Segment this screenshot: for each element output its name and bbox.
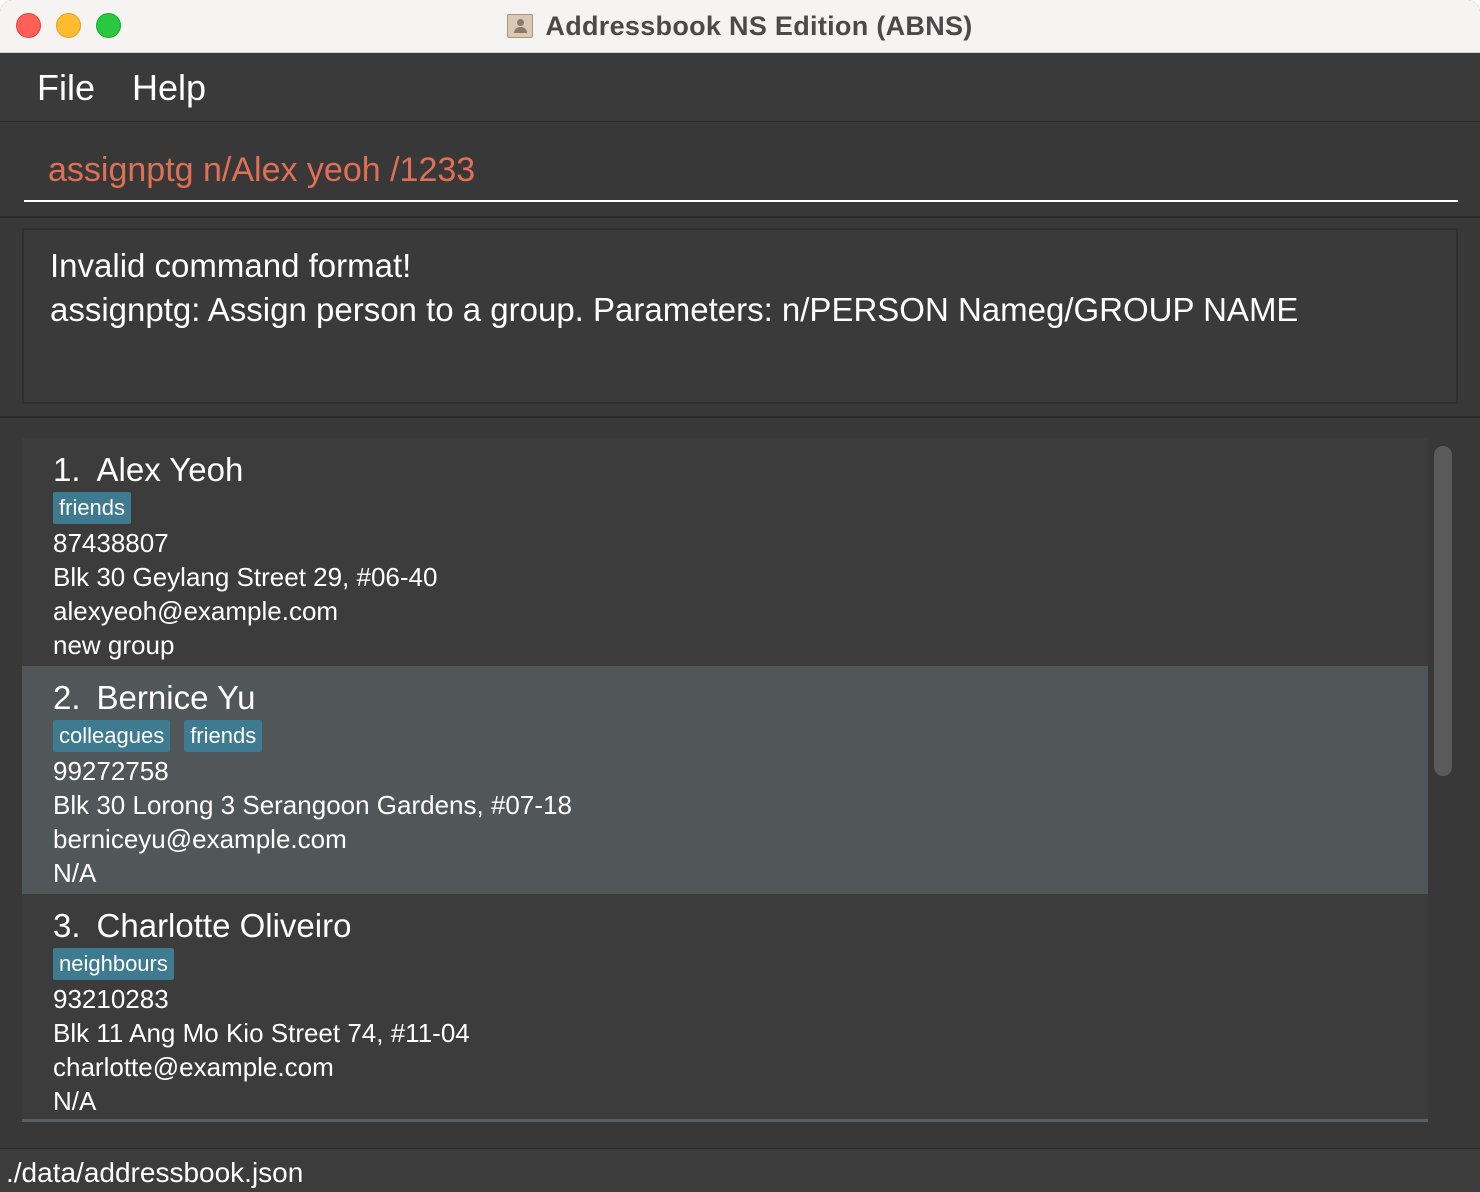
result-error-line: Invalid command format! xyxy=(50,247,412,284)
tag-badge: neighbours xyxy=(53,948,174,980)
person-address: Blk 11 Ang Mo Kio Street 74, #11-04 xyxy=(53,1018,470,1048)
person-index: 1. xyxy=(53,451,81,488)
person-name: Bernice Yu xyxy=(96,679,256,716)
person-email: berniceyu@example.com xyxy=(53,824,347,854)
menu-file[interactable]: File xyxy=(37,67,95,109)
menu-help[interactable]: Help xyxy=(132,67,206,109)
window-title: Addressbook NS Edition (ABNS) xyxy=(545,10,973,41)
person-card-selected[interactable]: 2. Bernice Yu colleagues friends 99272758… xyxy=(22,666,1428,894)
result-display-pane: Invalid command format! assignptg: Assig… xyxy=(0,218,1480,418)
window-title-group: Addressbook NS Edition (ABNS) xyxy=(0,0,1480,52)
status-bar: ./data/addressbook.json xyxy=(0,1148,1480,1192)
menu-bar: File Help xyxy=(0,53,1480,122)
person-group: N/A xyxy=(53,1086,97,1116)
person-tags: neighbours xyxy=(53,948,1397,982)
person-index: 3. xyxy=(53,907,81,944)
person-card[interactable]: 3. Charlotte Oliveiro neighbours 93210283… xyxy=(22,894,1428,1122)
person-group: N/A xyxy=(53,858,97,888)
result-display: Invalid command format! assignptg: Assig… xyxy=(22,228,1458,404)
tag-badge: friends xyxy=(53,492,132,524)
person-list[interactable]: 1. Alex Yeoh friends 87438807 Blk 30 Geyl… xyxy=(22,438,1428,1126)
list-scrollbar-thumb[interactable] xyxy=(1434,446,1452,776)
person-address: Blk 30 Lorong 3 Serangoon Gardens, #07-1… xyxy=(53,790,572,820)
person-name: Alex Yeoh xyxy=(96,451,244,488)
result-usage-line: assignptg: Assign person to a group. Par… xyxy=(50,291,1299,328)
person-email: charlotte@example.com xyxy=(53,1052,334,1082)
tag-badge: friends xyxy=(184,720,263,752)
person-tags: colleagues friends xyxy=(53,720,1397,754)
command-input[interactable] xyxy=(24,140,1458,202)
person-name-line: 1. Alex Yeoh xyxy=(53,450,1397,490)
person-name-line: 3. Charlotte Oliveiro xyxy=(53,906,1397,946)
addressbook-app-icon xyxy=(507,14,534,38)
person-group: new group xyxy=(53,630,175,660)
title-bar[interactable]: Addressbook NS Edition (ABNS) xyxy=(0,0,1480,53)
command-box-pane xyxy=(0,122,1480,218)
list-scrollbar[interactable] xyxy=(1432,444,1454,1134)
person-index: 2. xyxy=(53,679,81,716)
person-name: Charlotte Oliveiro xyxy=(96,907,352,944)
tag-badge: colleagues xyxy=(53,720,171,752)
app-window: Addressbook NS Edition (ABNS) File Help … xyxy=(0,0,1480,1192)
person-card[interactable]: 1. Alex Yeoh friends 87438807 Blk 30 Geyl… xyxy=(22,438,1428,666)
person-phone: 99272758 xyxy=(53,756,169,786)
data-file-path: ./data/addressbook.json xyxy=(6,1157,304,1188)
person-name-line: 2. Bernice Yu xyxy=(53,678,1397,718)
person-phone: 87438807 xyxy=(53,528,169,558)
person-email: alexyeoh@example.com xyxy=(53,596,339,626)
person-phone: 93210283 xyxy=(53,984,169,1014)
person-list-pane: 1. Alex Yeoh friends 87438807 Blk 30 Geyl… xyxy=(0,418,1480,1146)
person-tags: friends xyxy=(53,492,1397,526)
person-address: Blk 30 Geylang Street 29, #06-40 xyxy=(53,562,438,592)
